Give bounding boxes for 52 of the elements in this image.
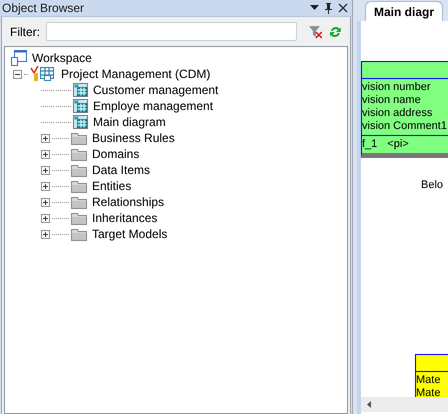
folder-icon	[71, 148, 87, 160]
entity-attribute: Mate	[416, 374, 442, 387]
folder-icon	[71, 228, 87, 240]
pin-icon[interactable]	[325, 2, 332, 14]
diagram-icon	[73, 83, 88, 97]
folder-icon	[71, 180, 87, 192]
tree-item-label[interactable]: Business Rules	[92, 129, 175, 147]
expand-toggle[interactable]	[41, 214, 50, 222]
tree-item-label[interactable]: Workspace	[32, 49, 92, 67]
refresh-icon[interactable]	[329, 24, 342, 38]
filter-field[interactable]	[46, 22, 298, 41]
tree-item-label[interactable]: Inheritances	[92, 209, 158, 227]
model-icon	[30, 66, 56, 82]
horizontal-scrollbar[interactable]	[361, 397, 448, 412]
tree-item-label[interactable]: Relationships	[92, 193, 164, 211]
expand-toggle[interactable]	[41, 166, 50, 174]
tree-item-label[interactable]: Domains	[92, 145, 140, 163]
expand-toggle[interactable]	[41, 134, 50, 142]
filter-label: Filter:	[10, 24, 40, 40]
folder-icon	[71, 196, 87, 208]
folder-icon	[71, 132, 87, 144]
folder-icon	[71, 164, 87, 176]
entity-attribute: vision number	[362, 81, 432, 94]
tree-item-label[interactable]: Target Models	[92, 225, 168, 243]
identifier-name: f_1	[362, 138, 378, 151]
dropdown-icon[interactable]	[310, 5, 319, 11]
tree-item-label[interactable]: Data Items	[92, 161, 150, 179]
tree-item-label[interactable]: Employe management	[93, 97, 214, 115]
tree-item-label[interactable]: Entities	[92, 177, 132, 195]
collapse-toggle[interactable]	[13, 70, 22, 78]
tree-item-label[interactable]: Main diagram	[93, 113, 166, 131]
panel-title: Object Browser	[2, 0, 84, 17]
entity-attribute: vision Comment1	[362, 120, 448, 133]
diagram-label: Belo	[421, 178, 444, 193]
folder-icon	[71, 212, 87, 224]
diagram-icon	[73, 115, 88, 129]
entity-attribute: Mate	[416, 387, 442, 397]
diagram-icon	[73, 99, 88, 113]
identifier-marker: <pi>	[387, 138, 409, 151]
expand-toggle[interactable]	[41, 230, 50, 238]
close-icon[interactable]	[338, 3, 348, 13]
expand-toggle[interactable]	[41, 182, 50, 190]
tree-item-label[interactable]: Project Management (CDM)	[61, 65, 210, 83]
clear-filter-icon[interactable]	[309, 24, 324, 38]
expand-toggle[interactable]	[41, 150, 50, 158]
workspace-icon	[11, 50, 27, 66]
entity-attribute: vision name	[362, 94, 422, 107]
expand-toggle[interactable]	[41, 198, 50, 206]
document-tab[interactable]: Main diagr	[365, 1, 444, 21]
scroll-left-icon[interactable]	[367, 401, 371, 408]
entity-attribute: vision address	[362, 107, 434, 120]
tree-item-label[interactable]: Customer management	[93, 81, 218, 99]
